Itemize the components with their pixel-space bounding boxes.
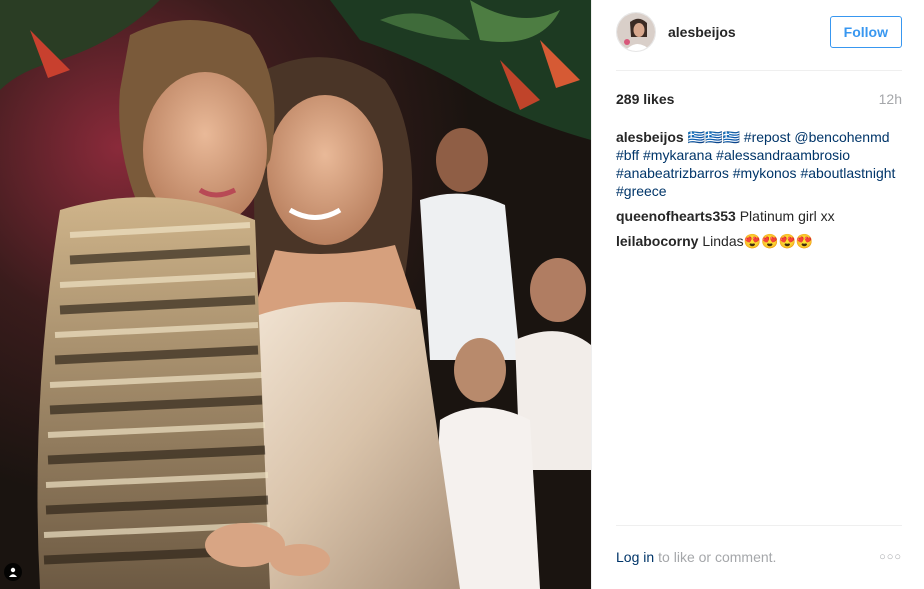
person-tag-icon[interactable] — [4, 563, 22, 581]
hashtag[interactable]: #bff — [616, 147, 639, 163]
hashtag[interactable]: #alessandraambrosio — [716, 147, 850, 163]
instagram-post: alesbeijos Follow 289 likes 12h alesbeij… — [0, 0, 924, 589]
login-prompt: to like or comment. — [658, 549, 777, 565]
caption-text: 🇬🇷🇬🇷🇬🇷 — [687, 129, 740, 145]
hashtag[interactable]: #repost — [744, 129, 791, 145]
post-footer: Log in to like or comment. ○○○ — [616, 549, 902, 565]
follow-button[interactable]: Follow — [829, 16, 902, 48]
comments-list: alesbeijos 🇬🇷🇬🇷🇬🇷 #repost @bencohenmd #b… — [616, 128, 902, 257]
caption: alesbeijos 🇬🇷🇬🇷🇬🇷 #repost @bencohenmd #b… — [616, 128, 902, 200]
list-item: leilabocorny Lindas😍😍😍😍 — [616, 232, 902, 250]
post-time[interactable]: 12h — [879, 91, 902, 107]
ellipsis-icon[interactable]: ○○○ — [879, 551, 902, 563]
likes-count[interactable]: 289 likes — [616, 91, 674, 107]
header-divider — [616, 70, 902, 71]
hashtag[interactable]: #mykonos — [733, 165, 797, 181]
comment-text: Platinum girl xx — [739, 208, 835, 224]
hashtag[interactable]: #mykarana — [643, 147, 712, 163]
hashtag[interactable]: #anabeatrizbarros — [616, 165, 729, 181]
post-header: alesbeijos Follow — [616, 12, 902, 52]
comment-user[interactable]: queenofhearts353 — [616, 208, 736, 224]
login-link[interactable]: Log in — [616, 549, 654, 565]
photo-image — [0, 0, 591, 589]
caption-user[interactable]: alesbeijos — [616, 129, 684, 145]
comment-user[interactable]: leilabocorny — [616, 233, 698, 249]
footer-divider — [616, 525, 902, 526]
hashtag[interactable]: #aboutlastnight — [800, 165, 895, 181]
comment-text: Lindas😍😍😍😍 — [702, 233, 814, 249]
avatar[interactable] — [616, 12, 656, 52]
post-photo[interactable] — [0, 0, 591, 589]
post-side-panel: alesbeijos Follow 289 likes 12h alesbeij… — [591, 0, 924, 589]
mention[interactable]: @bencohenmd — [794, 129, 889, 145]
username[interactable]: alesbeijos — [668, 24, 736, 40]
list-item: queenofhearts353 Platinum girl xx — [616, 207, 902, 225]
hashtag[interactable]: #greece — [616, 183, 667, 199]
likes-row: 289 likes 12h — [616, 91, 902, 107]
